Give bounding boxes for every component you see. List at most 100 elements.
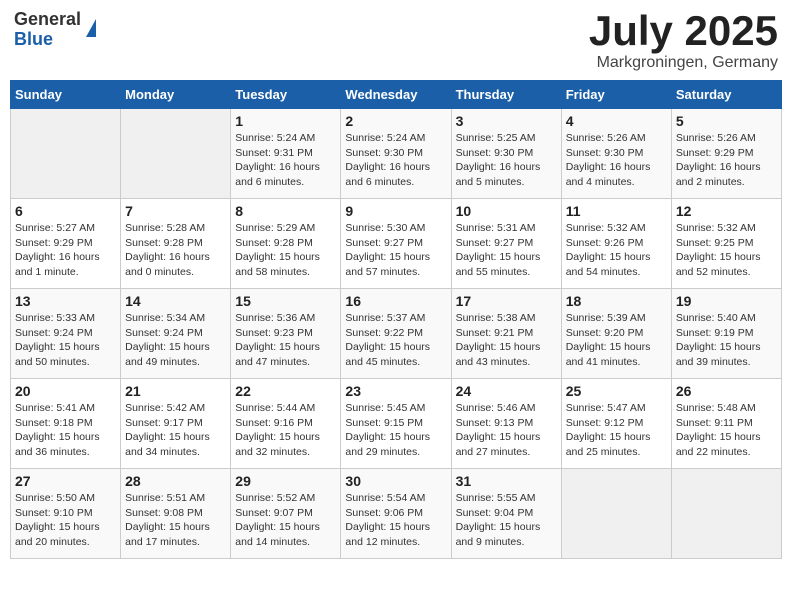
day-number: 21 <box>125 383 226 399</box>
calendar-cell: 27 Sunrise: 5:50 AM Sunset: 9:10 PM Dayli… <box>11 469 121 559</box>
day-info: Sunrise: 5:28 AM Sunset: 9:28 PM Dayligh… <box>125 221 226 280</box>
calendar-cell: 26Sunrise: 5:48 AM Sunset: 9:11 PM Dayli… <box>671 379 781 469</box>
day-info: Sunrise: 5:40 AM Sunset: 9:19 PM Dayligh… <box>676 311 777 370</box>
calendar-cell: 25 Sunrise: 5:47 AM Sunset: 9:12 PM Dayli… <box>561 379 671 469</box>
day-info: Sunrise: 5:39 AM Sunset: 9:20 PM Dayligh… <box>566 311 667 370</box>
day-number: 17 <box>456 293 557 309</box>
day-info: Sunrise: 5:45 AM Sunset: 9:15 PM Dayligh… <box>345 401 446 460</box>
calendar-cell: 28Sunrise: 5:51 AM Sunset: 9:08 PM Dayli… <box>121 469 231 559</box>
weekday-header-monday: Monday <box>121 81 231 109</box>
day-number: 19 <box>676 293 777 309</box>
calendar-cell: 2Sunrise: 5:24 AM Sunset: 9:30 PM Daylig… <box>341 109 451 199</box>
day-info: Sunrise: 5:32 AM Sunset: 9:26 PM Dayligh… <box>566 221 667 280</box>
calendar-cell: 8Sunrise: 5:29 AM Sunset: 9:28 PM Daylig… <box>231 199 341 289</box>
weekday-header-saturday: Saturday <box>671 81 781 109</box>
weekday-header-thursday: Thursday <box>451 81 561 109</box>
day-number: 5 <box>676 113 777 129</box>
day-number: 13 <box>15 293 116 309</box>
day-info: Sunrise: 5:32 AM Sunset: 9:25 PM Dayligh… <box>676 221 777 280</box>
day-info: Sunrise: 5:34 AM Sunset: 9:24 PM Dayligh… <box>125 311 226 370</box>
logo-general: General <box>14 9 81 29</box>
calendar-cell: 1 Sunrise: 5:24 AM Sunset: 9:31 PM Daylig… <box>231 109 341 199</box>
location: Markgroningen, Germany <box>589 54 778 72</box>
day-number: 2 <box>345 113 446 129</box>
day-number: 25 <box>566 383 667 399</box>
calendar-cell: 14 Sunrise: 5:34 AM Sunset: 9:24 PM Dayli… <box>121 289 231 379</box>
day-number: 12 <box>676 203 777 219</box>
logo: General Blue <box>14 10 96 50</box>
day-info: Sunrise: 5:54 AM Sunset: 9:06 PM Dayligh… <box>345 491 446 550</box>
calendar-cell: 3Sunrise: 5:25 AM Sunset: 9:30 PM Daylig… <box>451 109 561 199</box>
calendar-cell: 5 Sunrise: 5:26 AM Sunset: 9:29 PM Daylig… <box>671 109 781 199</box>
calendar-cell: 23 Sunrise: 5:45 AM Sunset: 9:15 PM Dayli… <box>341 379 451 469</box>
day-number: 28 <box>125 473 226 489</box>
calendar-cell: 24 Sunrise: 5:46 AM Sunset: 9:13 PM Dayli… <box>451 379 561 469</box>
day-number: 10 <box>456 203 557 219</box>
day-number: 6 <box>15 203 116 219</box>
calendar-cell: 15Sunrise: 5:36 AM Sunset: 9:23 PM Dayli… <box>231 289 341 379</box>
day-number: 26 <box>676 383 777 399</box>
day-number: 14 <box>125 293 226 309</box>
calendar-cell: 10 Sunrise: 5:31 AM Sunset: 9:27 PM Dayli… <box>451 199 561 289</box>
calendar-cell: 29 Sunrise: 5:52 AM Sunset: 9:07 PM Dayli… <box>231 469 341 559</box>
day-number: 20 <box>15 383 116 399</box>
day-number: 11 <box>566 203 667 219</box>
day-number: 29 <box>235 473 336 489</box>
day-info: Sunrise: 5:26 AM Sunset: 9:30 PM Dayligh… <box>566 131 667 190</box>
calendar-cell <box>561 469 671 559</box>
calendar-cell: 12 Sunrise: 5:32 AM Sunset: 9:25 PM Dayli… <box>671 199 781 289</box>
day-info: Sunrise: 5:47 AM Sunset: 9:12 PM Dayligh… <box>566 401 667 460</box>
calendar-cell: 18 Sunrise: 5:39 AM Sunset: 9:20 PM Dayli… <box>561 289 671 379</box>
day-info: Sunrise: 5:30 AM Sunset: 9:27 PM Dayligh… <box>345 221 446 280</box>
day-number: 27 <box>15 473 116 489</box>
day-info: Sunrise: 5:37 AM Sunset: 9:22 PM Dayligh… <box>345 311 446 370</box>
weekday-header-sunday: Sunday <box>11 81 121 109</box>
page-header: General Blue July 2025 Markgroningen, Ge… <box>10 10 782 72</box>
day-info: Sunrise: 5:33 AM Sunset: 9:24 PM Dayligh… <box>15 311 116 370</box>
day-number: 31 <box>456 473 557 489</box>
day-info: Sunrise: 5:26 AM Sunset: 9:29 PM Dayligh… <box>676 131 777 190</box>
month-title: July 2025 <box>589 10 778 52</box>
day-info: Sunrise: 5:24 AM Sunset: 9:31 PM Dayligh… <box>235 131 336 190</box>
day-number: 1 <box>235 113 336 129</box>
day-number: 18 <box>566 293 667 309</box>
logo-blue: Blue <box>14 29 53 49</box>
logo-triangle-icon <box>86 19 96 37</box>
calendar-cell: 13 Sunrise: 5:33 AM Sunset: 9:24 PM Dayli… <box>11 289 121 379</box>
day-info: Sunrise: 5:31 AM Sunset: 9:27 PM Dayligh… <box>456 221 557 280</box>
calendar-cell <box>671 469 781 559</box>
calendar-cell: 4Sunrise: 5:26 AM Sunset: 9:30 PM Daylig… <box>561 109 671 199</box>
day-info: Sunrise: 5:42 AM Sunset: 9:17 PM Dayligh… <box>125 401 226 460</box>
day-info: Sunrise: 5:55 AM Sunset: 9:04 PM Dayligh… <box>456 491 557 550</box>
calendar-table: SundayMondayTuesdayWednesdayThursdayFrid… <box>10 80 782 559</box>
day-info: Sunrise: 5:46 AM Sunset: 9:13 PM Dayligh… <box>456 401 557 460</box>
day-number: 24 <box>456 383 557 399</box>
calendar-cell: 6 Sunrise: 5:27 AM Sunset: 9:29 PM Daylig… <box>11 199 121 289</box>
day-number: 23 <box>345 383 446 399</box>
day-info: Sunrise: 5:27 AM Sunset: 9:29 PM Dayligh… <box>15 221 116 280</box>
calendar-cell: 20 Sunrise: 5:41 AM Sunset: 9:18 PM Dayli… <box>11 379 121 469</box>
day-info: Sunrise: 5:50 AM Sunset: 9:10 PM Dayligh… <box>15 491 116 550</box>
weekday-header-friday: Friday <box>561 81 671 109</box>
day-info: Sunrise: 5:52 AM Sunset: 9:07 PM Dayligh… <box>235 491 336 550</box>
day-number: 16 <box>345 293 446 309</box>
calendar-cell: 22 Sunrise: 5:44 AM Sunset: 9:16 PM Dayli… <box>231 379 341 469</box>
calendar-cell <box>11 109 121 199</box>
calendar-cell: 30Sunrise: 5:54 AM Sunset: 9:06 PM Dayli… <box>341 469 451 559</box>
calendar-cell: 21 Sunrise: 5:42 AM Sunset: 9:17 PM Dayli… <box>121 379 231 469</box>
day-number: 7 <box>125 203 226 219</box>
calendar-cell: 7 Sunrise: 5:28 AM Sunset: 9:28 PM Daylig… <box>121 199 231 289</box>
calendar-cell <box>121 109 231 199</box>
calendar-cell: 11 Sunrise: 5:32 AM Sunset: 9:26 PM Dayli… <box>561 199 671 289</box>
weekday-header-tuesday: Tuesday <box>231 81 341 109</box>
calendar-cell: 16 Sunrise: 5:37 AM Sunset: 9:22 PM Dayli… <box>341 289 451 379</box>
day-number: 9 <box>345 203 446 219</box>
day-info: Sunrise: 5:25 AM Sunset: 9:30 PM Dayligh… <box>456 131 557 190</box>
day-info: Sunrise: 5:41 AM Sunset: 9:18 PM Dayligh… <box>15 401 116 460</box>
calendar-cell: 17Sunrise: 5:38 AM Sunset: 9:21 PM Dayli… <box>451 289 561 379</box>
calendar-cell: 31 Sunrise: 5:55 AM Sunset: 9:04 PM Dayli… <box>451 469 561 559</box>
weekday-header-wednesday: Wednesday <box>341 81 451 109</box>
title-block: July 2025 Markgroningen, Germany <box>589 10 778 72</box>
day-number: 22 <box>235 383 336 399</box>
day-info: Sunrise: 5:44 AM Sunset: 9:16 PM Dayligh… <box>235 401 336 460</box>
